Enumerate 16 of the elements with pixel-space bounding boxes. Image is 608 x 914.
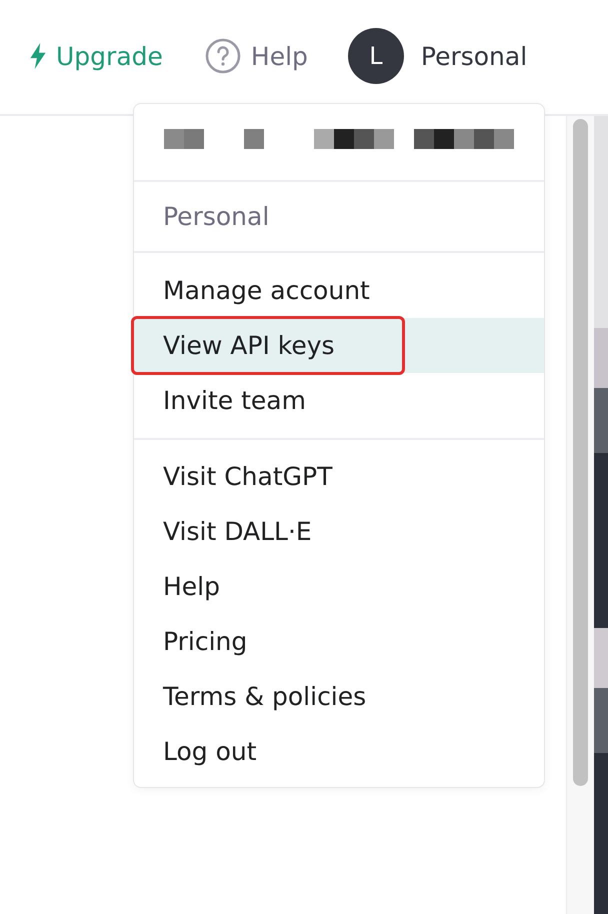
help-link[interactable]: Help — [204, 38, 308, 74]
scrollbar-thumb[interactable] — [573, 119, 588, 786]
avatar: L — [348, 28, 404, 84]
menu-item[interactable]: Manage account — [134, 263, 544, 318]
menu-item[interactable]: Visit DALL·E — [134, 504, 544, 559]
menu-item[interactable]: View API keys — [134, 318, 544, 373]
menu-item[interactable]: Invite team — [134, 373, 544, 428]
menu-item[interactable]: Pricing — [134, 614, 544, 669]
lightning-icon — [28, 43, 48, 69]
menu-item[interactable]: Log out — [134, 724, 544, 779]
menu-item[interactable]: Terms & policies — [134, 669, 544, 724]
menu-item[interactable]: Help — [134, 559, 544, 614]
help-icon — [204, 38, 241, 74]
organization-label: Personal — [163, 202, 270, 231]
menu-item[interactable]: Visit ChatGPT — [134, 449, 544, 504]
account-button[interactable]: L Personal — [348, 28, 528, 84]
